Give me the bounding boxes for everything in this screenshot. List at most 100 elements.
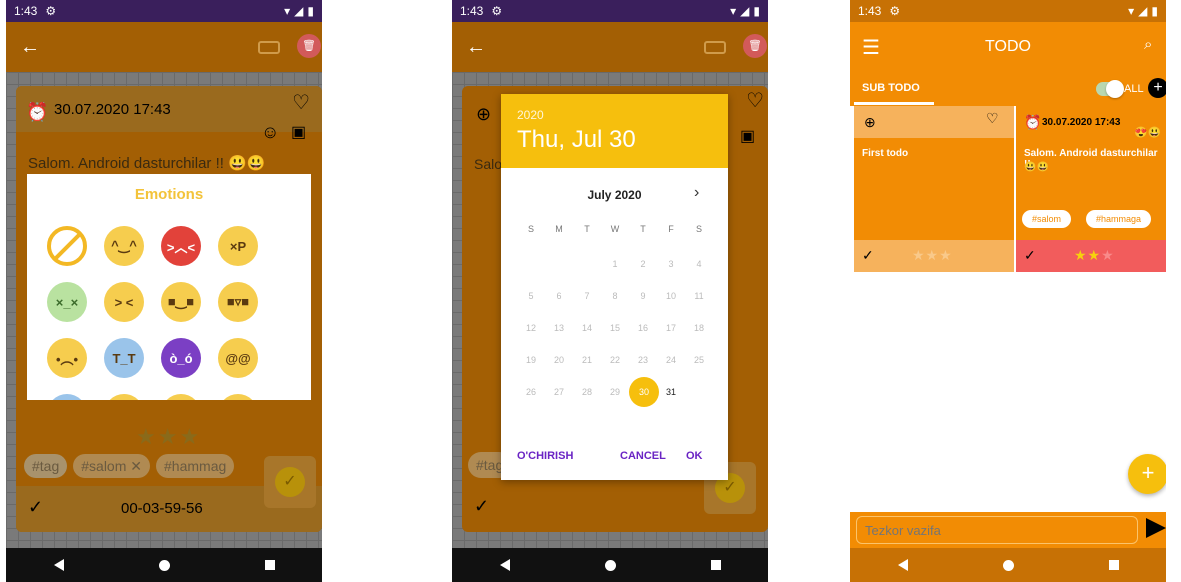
- squint-emoji-icon[interactable]: > <: [104, 282, 144, 322]
- calendar-day[interactable]: 19: [517, 344, 545, 376]
- heart-icon[interactable]: ♡: [746, 88, 764, 113]
- emoji-icon[interactable]: [218, 394, 258, 400]
- nav-home-icon[interactable]: [1002, 559, 1014, 571]
- sunglasses-smile-emoji-icon[interactable]: ■▿■: [218, 282, 258, 322]
- calendar-day[interactable]: 23: [629, 344, 657, 376]
- calendar-day[interactable]: 21: [573, 344, 601, 376]
- calendar-day[interactable]: 20: [545, 344, 573, 376]
- tag-icon[interactable]: [704, 41, 726, 54]
- calendar-day[interactable]: 11: [685, 280, 713, 312]
- note-text[interactable]: Salom. Android dasturchilar !! 😃😃: [28, 154, 265, 172]
- quick-task-input[interactable]: [856, 516, 1138, 544]
- dizzy-emoji-icon[interactable]: ×_×: [47, 282, 87, 322]
- check-circle-icon[interactable]: ✓: [862, 247, 874, 264]
- calendar-day[interactable]: 29: [601, 376, 629, 408]
- nav-back-icon[interactable]: [499, 559, 510, 571]
- calendar-day[interactable]: 25: [685, 344, 713, 376]
- calendar-day[interactable]: 17: [657, 312, 685, 344]
- chevron-right-icon[interactable]: ›: [694, 184, 699, 202]
- rating-stars[interactable]: ★★★: [1074, 247, 1115, 264]
- calendar-day[interactable]: 18: [685, 312, 713, 344]
- emoji-icon[interactable]: [104, 394, 144, 400]
- tag-chip-salom[interactable]: #salom: [1022, 210, 1072, 228]
- add-image-icon[interactable]: ▣: [740, 126, 755, 146]
- delete-icon[interactable]: 🗑: [743, 34, 767, 58]
- calendar-day[interactable]: 24: [657, 344, 685, 376]
- date-picker-year[interactable]: 2020: [517, 108, 544, 122]
- nav-home-icon[interactable]: [604, 559, 616, 571]
- nav-recents-icon[interactable]: [1108, 560, 1119, 570]
- calendar-day[interactable]: 28: [573, 376, 601, 408]
- note-date[interactable]: 30.07.2020 17:43: [54, 101, 171, 118]
- calendar-day[interactable]: 5: [517, 280, 545, 312]
- alarm-clock-icon[interactable]: ⏰: [26, 102, 48, 123]
- calendar-day[interactable]: 14: [573, 312, 601, 344]
- check-circle-icon[interactable]: ✓: [28, 497, 43, 518]
- tag-icon[interactable]: [258, 41, 280, 54]
- calendar-day[interactable]: 10: [657, 280, 685, 312]
- devil-emoji-icon[interactable]: ò_ó: [161, 338, 201, 378]
- spiral-eyes-emoji-icon[interactable]: @@: [218, 338, 258, 378]
- emoji-icon[interactable]: [47, 394, 87, 400]
- calendar-day[interactable]: 6: [545, 280, 573, 312]
- tongue-emoji-icon[interactable]: ×P: [218, 226, 258, 266]
- alarm-clock-icon[interactable]: ⏰: [1024, 114, 1041, 131]
- emoji-icon[interactable]: [161, 394, 201, 400]
- calendar-day[interactable]: 9: [629, 280, 657, 312]
- crying-emoji-icon[interactable]: T_T: [104, 338, 144, 378]
- back-arrow-icon[interactable]: ←: [466, 36, 486, 59]
- calendar-day[interactable]: 16: [629, 312, 657, 344]
- close-icon[interactable]: ✕: [130, 458, 142, 474]
- tag-chip-hammaga[interactable]: #hammaga: [1086, 210, 1152, 228]
- tab-sub-todo[interactable]: SUB TODO: [862, 82, 920, 94]
- no-emotion-icon[interactable]: [47, 226, 87, 266]
- calendar-day[interactable]: 12: [517, 312, 545, 344]
- send-icon[interactable]: [1146, 518, 1166, 538]
- calendar-day[interactable]: 1: [601, 248, 629, 280]
- nav-back-icon[interactable]: [53, 559, 64, 571]
- alarm-add-icon[interactable]: ⊕: [864, 114, 876, 131]
- todo-card[interactable]: ⊕ ♡ First todo ✓ ★★★: [854, 106, 1014, 272]
- back-arrow-icon[interactable]: ←: [20, 36, 40, 59]
- tag-input[interactable]: #tag: [24, 454, 68, 478]
- tag-chip-salom[interactable]: #salom ✕: [73, 454, 151, 478]
- calendar-day[interactable]: 15: [601, 312, 629, 344]
- nav-recents-icon[interactable]: [710, 560, 721, 570]
- rating-stars[interactable]: ★★★: [912, 247, 953, 264]
- add-image-icon[interactable]: ▣: [291, 122, 306, 142]
- check-circle-icon[interactable]: ✓: [474, 496, 489, 517]
- calendar-day[interactable]: 31: [657, 376, 685, 408]
- calendar-day[interactable]: 26: [517, 376, 545, 408]
- save-button[interactable]: ✓: [264, 456, 316, 508]
- heart-icon[interactable]: ♡: [986, 110, 999, 127]
- angry-emoji-icon[interactable]: >︿<: [161, 226, 201, 266]
- clear-button[interactable]: O'CHIRISH: [517, 450, 573, 462]
- all-toggle[interactable]: [1096, 80, 1124, 98]
- angel-emoji-icon[interactable]: ^‿^: [104, 226, 144, 266]
- calendar-day[interactable]: 4: [685, 248, 713, 280]
- calendar-day[interactable]: 3: [657, 248, 685, 280]
- calendar-day[interactable]: 27: [545, 376, 573, 408]
- calendar-day[interactable]: 7: [573, 280, 601, 312]
- todo-card[interactable]: ⏰ 30.07.2020 17:43 😍😃 Salom. Android das…: [1014, 106, 1166, 272]
- calendar-day[interactable]: 13: [545, 312, 573, 344]
- calendar-day[interactable]: 2: [629, 248, 657, 280]
- rating-stars[interactable]: ★★★: [136, 424, 201, 450]
- cancel-button[interactable]: CANCEL: [620, 450, 666, 462]
- delete-icon[interactable]: 🗑: [297, 34, 321, 58]
- worried-emoji-icon[interactable]: •︵•: [47, 338, 87, 378]
- search-icon[interactable]: ⌕: [1144, 36, 1152, 53]
- calendar-day[interactable]: 22: [601, 344, 629, 376]
- calendar-day-selected[interactable]: 30: [629, 376, 659, 408]
- check-circle-icon[interactable]: ✓: [1024, 247, 1036, 264]
- add-todo-button[interactable]: +: [1128, 454, 1166, 494]
- ok-button[interactable]: OK: [686, 450, 703, 462]
- nav-recents-icon[interactable]: [264, 560, 275, 570]
- calendar-day[interactable]: 8: [601, 280, 629, 312]
- add-circle-icon[interactable]: +: [1148, 78, 1166, 98]
- alarm-add-icon[interactable]: ⊕: [476, 104, 491, 125]
- heart-icon[interactable]: ♡: [292, 90, 310, 115]
- note-text[interactable]: Salo: [474, 156, 502, 172]
- emotion-icon[interactable]: ☺: [261, 122, 279, 143]
- tag-chip-hammaga[interactable]: #hammag: [156, 454, 235, 478]
